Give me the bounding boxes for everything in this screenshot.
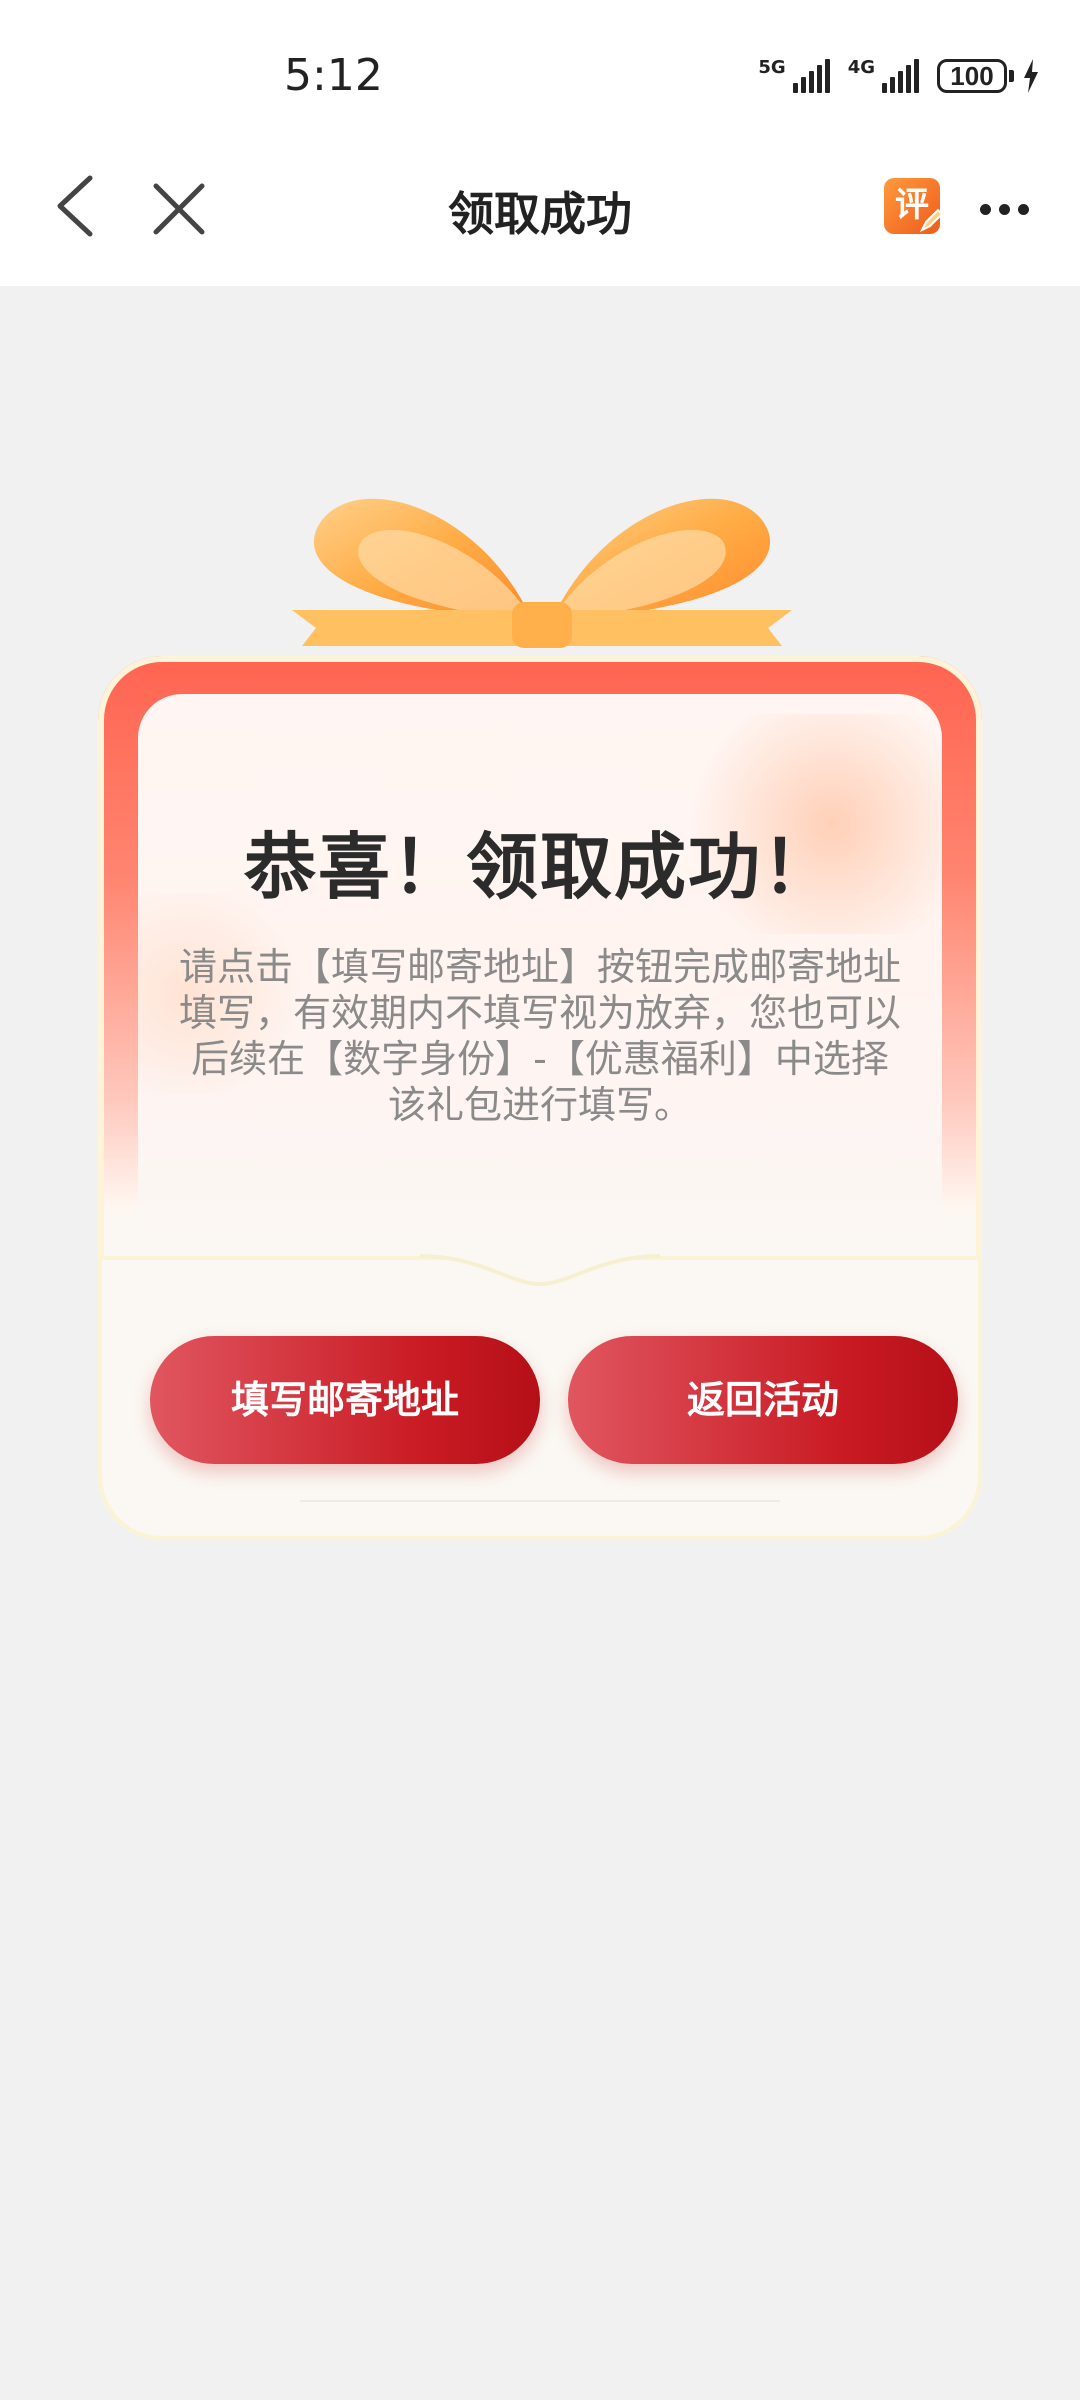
gift-bow-icon xyxy=(292,498,792,648)
charging-bolt-icon xyxy=(1024,59,1038,93)
status-bar: 5:12 5G 4G 100 xyxy=(0,0,1080,160)
status-icons: 5G 4G 100 xyxy=(758,56,1040,96)
pen-icon xyxy=(919,208,944,233)
success-description: 请点击【填写邮寄地址】按钮完成邮寄地址填写，有效期内不填写视为放弃，您也可以后续… xyxy=(178,945,901,1127)
back-to-activity-button[interactable]: 返回活动 xyxy=(568,1336,958,1464)
status-time: 5:12 xyxy=(284,50,383,101)
battery-icon: 100 xyxy=(937,59,1007,93)
fill-address-button[interactable]: 填写邮寄地址 xyxy=(150,1336,540,1464)
signal-4g-icon: 4G xyxy=(848,59,919,93)
more-icon[interactable] xyxy=(980,204,1037,215)
signal-5g-icon: 5G xyxy=(758,59,830,93)
battery-tip xyxy=(1009,70,1014,82)
success-title: 恭喜！领取成功！ xyxy=(243,825,836,909)
card-bottom-line xyxy=(300,1500,780,1502)
card-divider-notch xyxy=(420,1254,660,1287)
